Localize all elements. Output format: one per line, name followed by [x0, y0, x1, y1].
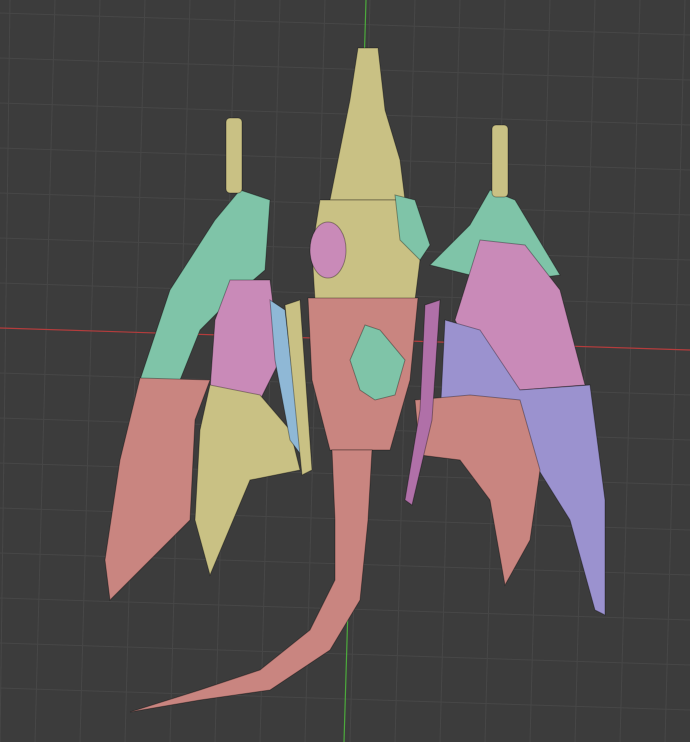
grid-line [0, 57, 690, 81]
grid-line [664, 0, 686, 742]
grid-line [79, 0, 101, 742]
viewport-canvas[interactable] [0, 0, 690, 742]
grid-line [0, 102, 690, 126]
right-wing-horn[interactable] [491, 124, 509, 198]
grid-line [124, 0, 146, 742]
grid-line [34, 0, 56, 742]
grid-line [0, 0, 11, 742]
3d-viewport[interactable] [0, 0, 690, 742]
grid-line [619, 0, 641, 742]
left-wing-inner-yellow[interactable] [194, 384, 301, 577]
grid-line [0, 642, 690, 666]
dragon-model[interactable] [104, 47, 606, 713]
right-wing-lower[interactable] [414, 394, 541, 587]
left-wing-lower[interactable] [104, 377, 211, 602]
left-shoulder-ornament[interactable] [309, 221, 347, 279]
grid-line [0, 12, 690, 36]
left-wing-horn[interactable] [225, 117, 243, 194]
